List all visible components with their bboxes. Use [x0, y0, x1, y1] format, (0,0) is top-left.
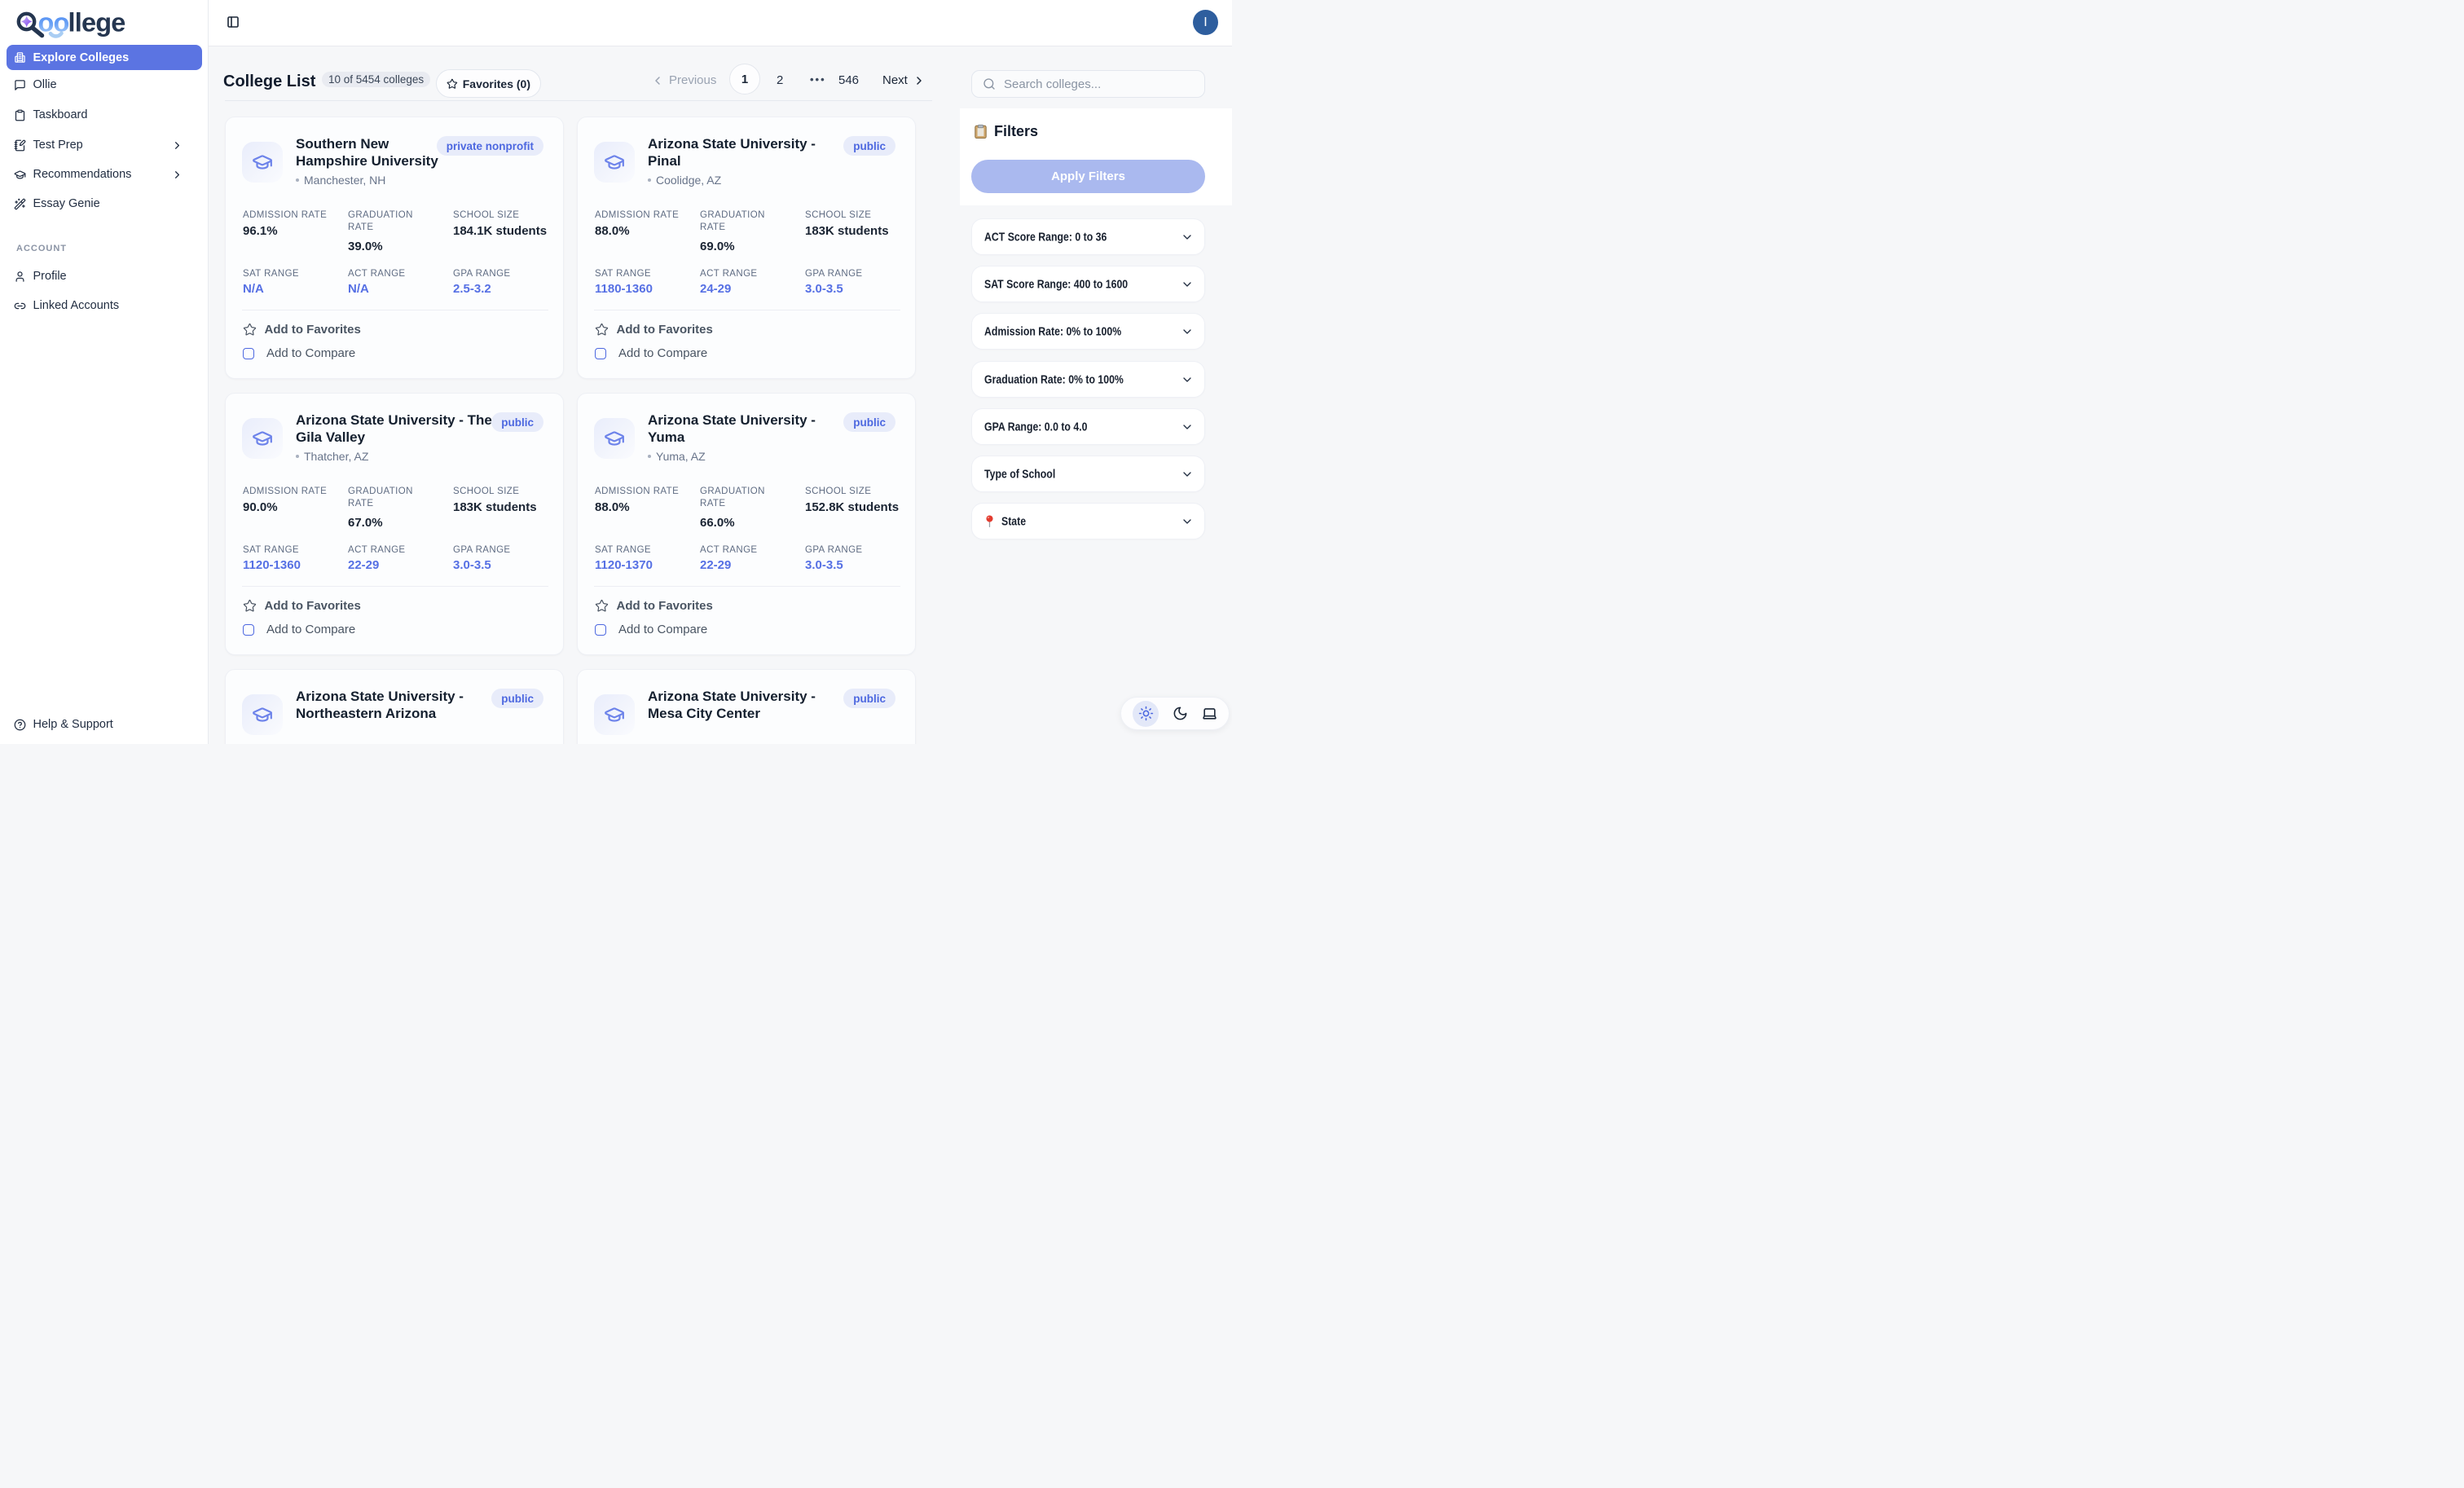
- svg-text:oo: oo: [38, 8, 69, 37]
- svg-text:llege: llege: [68, 8, 125, 37]
